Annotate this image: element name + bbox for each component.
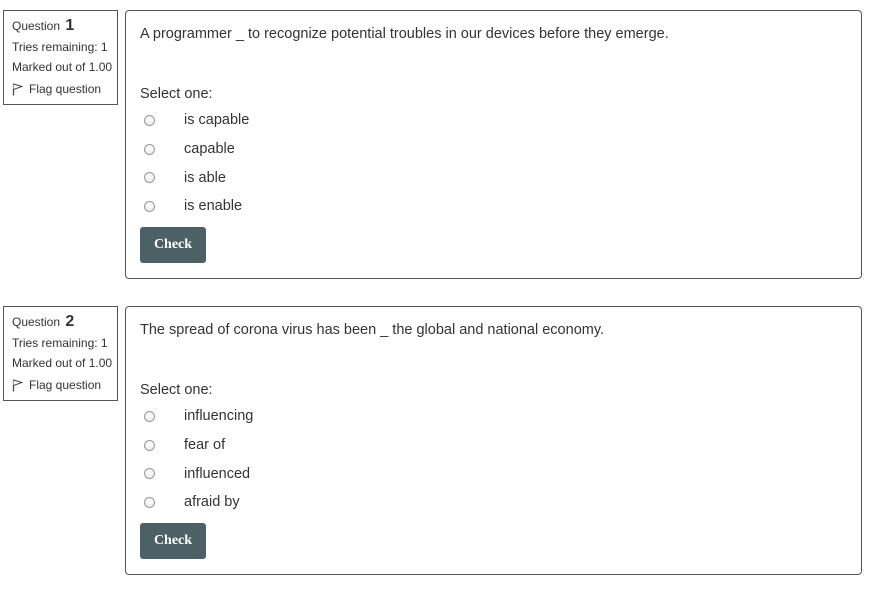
radio-button[interactable] <box>144 410 155 422</box>
select-one-prompt: Select one: <box>140 86 213 102</box>
question-text: A programmer _ to recognize potential tr… <box>140 26 669 42</box>
answer-option[interactable]: influenced <box>144 459 847 488</box>
flag-question-label: Flag question <box>29 378 102 392</box>
option-label: influencing <box>184 408 254 425</box>
question-number: Question 1 <box>12 17 75 34</box>
answer-option[interactable]: afraid by <box>144 488 847 517</box>
question-content: A programmer _ to recognize potential tr… <box>125 10 862 279</box>
flag-icon <box>12 83 23 95</box>
radio-button[interactable] <box>144 439 155 451</box>
answer-option[interactable]: influencing <box>144 402 847 431</box>
marked-out-of: Marked out of 1.00 <box>12 356 113 370</box>
question-text: The spread of corona virus has been _ th… <box>140 322 605 338</box>
answer-option[interactable]: is capable <box>144 106 847 135</box>
answer-options: influencing fear of influenced afraid by <box>144 402 847 517</box>
tries-remaining: Tries remaining: 1 <box>12 40 108 54</box>
option-label: is able <box>184 169 226 186</box>
radio-button[interactable] <box>144 143 155 155</box>
flag-question-link[interactable]: Flag question <box>12 78 117 100</box>
answer-option[interactable]: is enable <box>144 192 847 221</box>
option-label: fear of <box>184 437 226 454</box>
radio-button[interactable] <box>144 172 155 184</box>
tries-remaining: Tries remaining: 1 <box>12 336 108 350</box>
radio-button[interactable] <box>144 496 155 508</box>
flag-icon <box>12 379 23 391</box>
check-button[interactable]: Check <box>140 522 206 559</box>
radio-button[interactable] <box>144 200 155 212</box>
radio-button[interactable] <box>144 114 155 126</box>
marked-out-of: Marked out of 1.00 <box>12 60 113 74</box>
answer-options: is capable capable is able is enable <box>144 106 847 221</box>
answer-option[interactable]: fear of <box>144 431 847 460</box>
radio-button[interactable] <box>144 468 155 480</box>
question-info-panel: Question 2 Tries remaining: 1 Marked out… <box>3 306 118 401</box>
question-info-panel: Question 1 Tries remaining: 1 Marked out… <box>3 10 118 105</box>
option-label: is enable <box>184 198 243 215</box>
option-label: influenced <box>184 465 251 482</box>
question-content: The spread of corona virus has been _ th… <box>125 306 862 575</box>
answer-option[interactable]: is able <box>144 163 847 192</box>
check-button[interactable]: Check <box>140 226 206 263</box>
option-label: capable <box>184 141 235 158</box>
option-label: is capable <box>184 112 250 129</box>
select-one-prompt: Select one: <box>140 382 213 398</box>
question-number: Question 2 <box>12 313 75 330</box>
option-label: afraid by <box>184 494 240 511</box>
answer-option[interactable]: capable <box>144 135 847 164</box>
flag-question-label: Flag question <box>29 82 102 96</box>
flag-question-link[interactable]: Flag question <box>12 374 117 396</box>
